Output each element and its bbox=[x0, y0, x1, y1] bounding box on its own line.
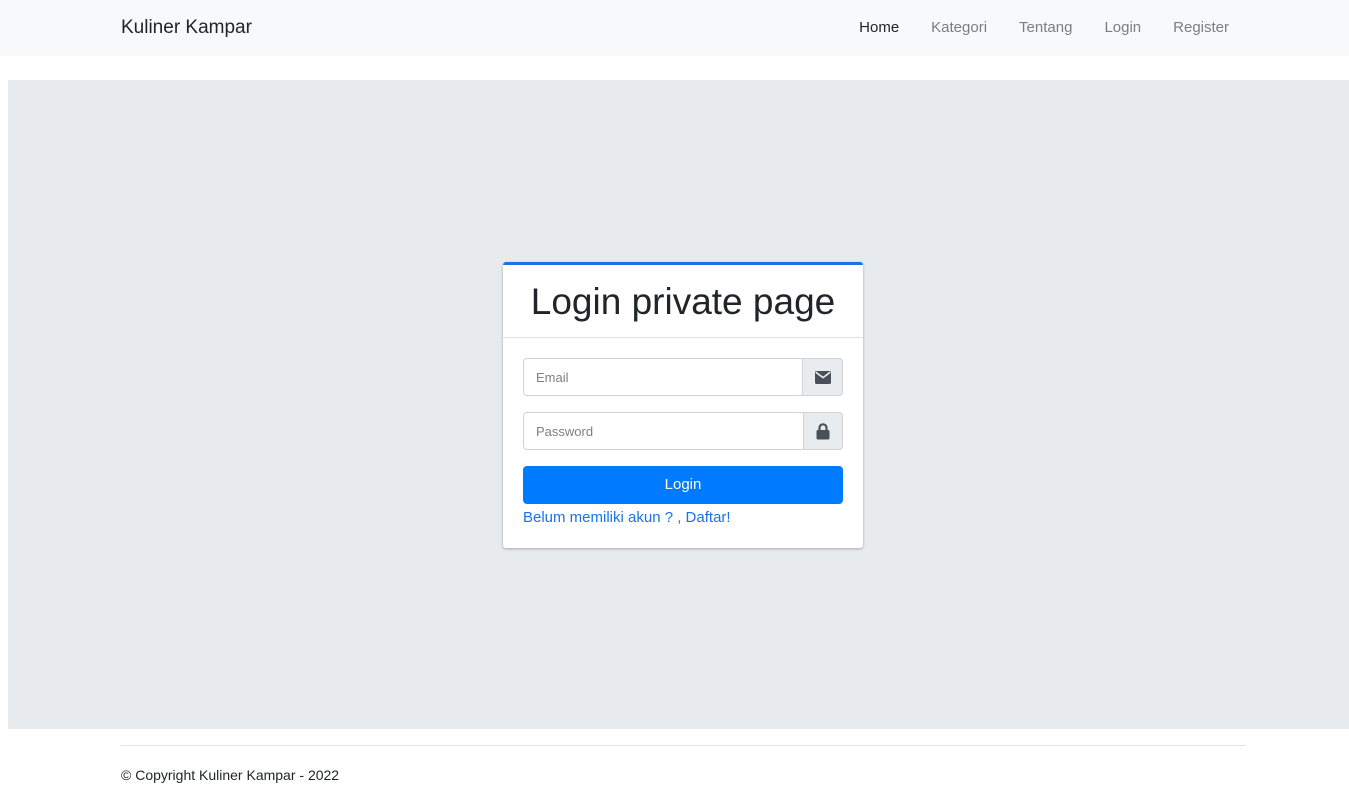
nav-link-register[interactable]: Register bbox=[1157, 18, 1245, 38]
lock-icon bbox=[803, 412, 843, 450]
nav-link-kategori[interactable]: Kategori bbox=[915, 18, 1003, 38]
email-input[interactable] bbox=[523, 358, 802, 396]
nav-link-tentang[interactable]: Tentang bbox=[1003, 18, 1088, 38]
password-input[interactable] bbox=[523, 412, 803, 450]
envelope-icon bbox=[802, 358, 843, 396]
nav-link-home[interactable]: Home bbox=[843, 18, 915, 38]
register-link[interactable]: Belum memiliki akun ? , Daftar! bbox=[523, 508, 731, 528]
password-input-group bbox=[523, 412, 843, 450]
brand-link[interactable]: Kuliner Kampar bbox=[121, 16, 252, 40]
page-title: Login private page bbox=[530, 281, 836, 322]
login-card: Login private page Login Belum memiliki … bbox=[503, 262, 863, 548]
navbar: Kuliner Kampar Home Kategori Tentang Log… bbox=[0, 0, 1349, 56]
email-input-group bbox=[523, 358, 843, 396]
card-header: Login private page bbox=[503, 265, 863, 338]
nav-links: Home Kategori Tentang Login Register bbox=[843, 18, 1245, 38]
footer-divider bbox=[121, 745, 1246, 746]
card-body: Login Belum memiliki akun ? , Daftar! bbox=[503, 338, 863, 528]
footer-copyright: © Copyright Kuliner Kampar - 2022 bbox=[121, 767, 340, 783]
nav-link-login[interactable]: Login bbox=[1088, 18, 1157, 38]
login-button[interactable]: Login bbox=[523, 466, 843, 504]
